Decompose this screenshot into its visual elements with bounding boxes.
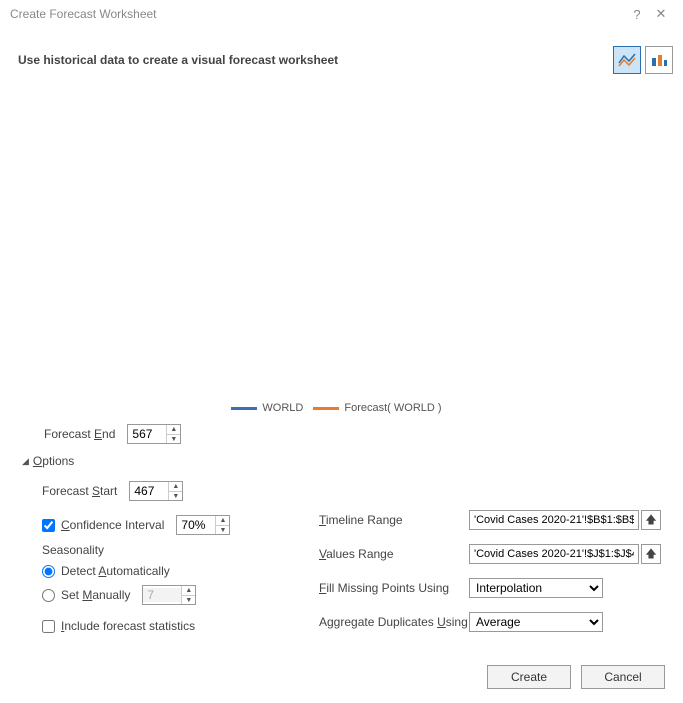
values-range-button[interactable]: 🡅 [641,544,661,564]
forecast-start-spinner[interactable]: ▲▼ [129,481,183,501]
instruction-row: Use historical data to create a visual f… [0,28,683,74]
timeline-label: Timeline Range [319,513,469,527]
confidence-checkbox[interactable] [42,519,55,532]
chart-svg [18,94,665,394]
include-stats-checkbox[interactable] [42,620,55,633]
legend-label: Forecast( WORLD ) [344,402,441,414]
create-button[interactable]: Create [487,665,571,689]
values-label: Values Range [319,547,469,561]
spin-up-icon[interactable]: ▲ [167,425,180,434]
season-auto-label: Detect Automatically [61,564,170,578]
spin-down-icon[interactable]: ▼ [167,434,180,443]
forecast-start-label: Forecast Start [42,484,117,498]
forecast-end-label: Forecast End [44,427,115,441]
season-manual-input [143,588,181,602]
confidence-label: Confidence Interval [61,518,164,532]
window-title: Create Forecast Worksheet [10,7,625,21]
column-chart-icon [650,53,668,67]
aggregate-label: Aggregate Duplicates Using [319,615,469,629]
line-chart-button[interactable] [613,46,641,74]
range-select-icon: 🡅 [645,511,656,530]
dialog-footer: Create Cancel [487,665,665,689]
forecast-end-spinner[interactable]: ▲▼ [127,424,181,444]
legend-label: WORLD [262,402,303,414]
season-manual-radio[interactable] [42,589,55,602]
titlebar: Create Forecast Worksheet ? ✕ [0,0,683,28]
help-button[interactable]: ? [625,7,649,22]
season-manual-label: Set Manually [61,588,130,602]
values-input[interactable] [469,544,639,564]
timeline-input[interactable] [469,510,639,530]
timeline-range-button[interactable]: 🡅 [641,510,661,530]
confidence-input[interactable] [177,518,215,532]
line-chart-icon [618,53,636,67]
forecast-start-input[interactable] [130,484,168,498]
instruction-text: Use historical data to create a visual f… [18,53,338,67]
aggregate-select[interactable]: Average [469,612,603,632]
legend-item: Forecast( WORLD ) [313,402,441,414]
chart-legend: WORLD Forecast( WORLD ) [18,402,665,414]
season-auto-radio[interactable] [42,565,55,578]
expand-icon: ◢ [22,456,29,467]
close-button[interactable]: ✕ [649,6,673,22]
forecast-end-input[interactable] [128,427,166,441]
season-manual-spinner: ▲▼ [142,585,196,605]
confidence-spinner[interactable]: ▲▼ [176,515,230,535]
cancel-button[interactable]: Cancel [581,665,665,689]
chart-preview [18,94,665,394]
options-toggle[interactable]: ◢ Options [22,454,661,468]
fill-select[interactable]: Interpolation [469,578,603,598]
legend-swatch [231,407,257,410]
chart-type-group [613,46,673,74]
range-select-icon: 🡅 [645,545,656,564]
legend-item: WORLD [231,402,303,414]
seasonality-heading: Seasonality [42,543,289,557]
include-stats-label: Include forecast statistics [61,619,195,633]
legend-swatch [313,407,339,410]
column-chart-button[interactable] [645,46,673,74]
fill-label: Fill Missing Points Using [319,581,469,595]
